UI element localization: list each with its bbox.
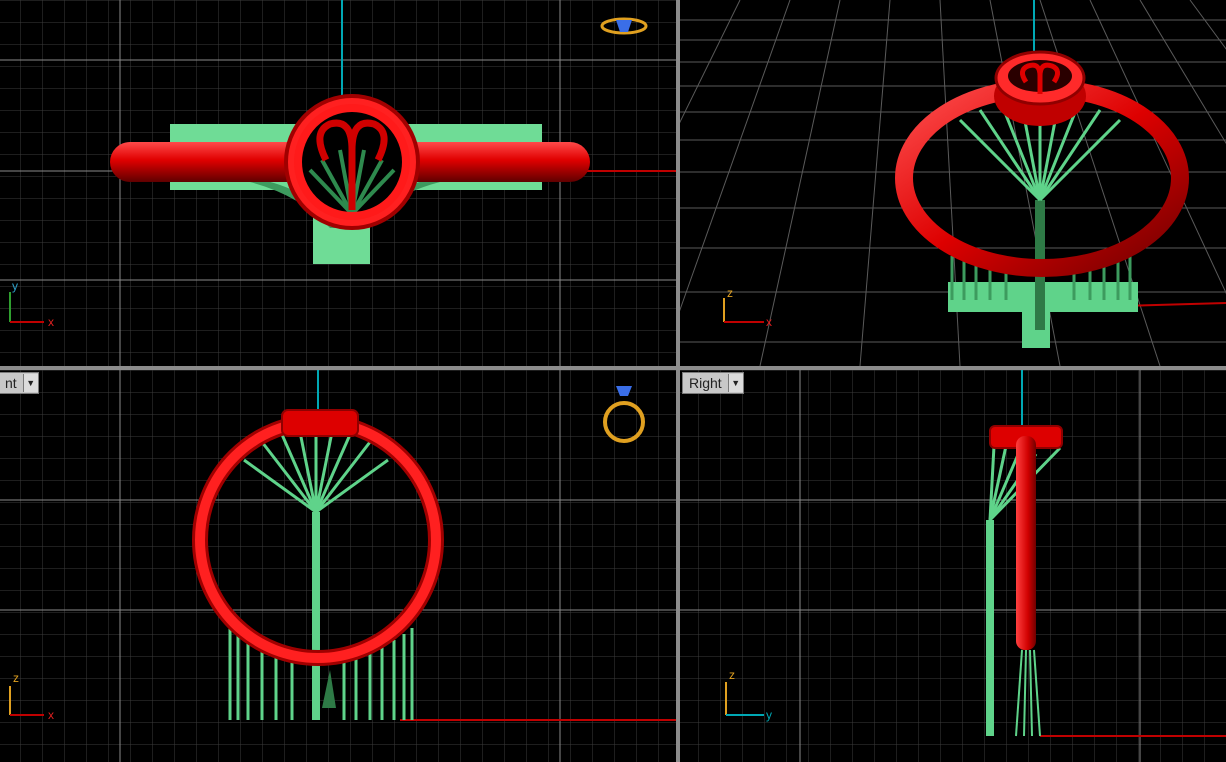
viewport-divider-vertical[interactable] <box>676 0 680 762</box>
viewport-top-canvas[interactable]: y x <box>0 0 676 366</box>
axis-label-x: x <box>766 315 772 329</box>
viewport-tab-label: nt <box>5 375 17 391</box>
viewport-front[interactable]: z x nt ▼ <box>0 370 676 762</box>
ring-band <box>1016 436 1036 650</box>
chevron-down-icon[interactable]: ▼ <box>22 374 38 392</box>
axis-label-z: z <box>727 286 733 300</box>
viewport-divider-horizontal[interactable] <box>0 366 1226 370</box>
viewport-tab-label: Right <box>689 375 722 391</box>
viewport-right-canvas[interactable]: z y <box>680 370 1226 762</box>
ring-head <box>284 94 420 230</box>
viewport-tab-front[interactable]: nt ▼ <box>0 372 39 394</box>
chevron-down-icon[interactable]: ▼ <box>727 374 743 392</box>
viewport-right[interactable]: z y Right ▼ <box>680 370 1226 762</box>
axis-label-y: y <box>12 279 18 293</box>
grid-minor <box>680 370 1226 762</box>
axis-label-z: z <box>729 668 735 682</box>
axis-label-x: x <box>48 315 54 329</box>
axis-label-x: x <box>48 708 54 722</box>
viewport-top[interactable]: y x <box>0 0 676 366</box>
viewport-perspective[interactable]: z x <box>680 0 1226 366</box>
support-structure <box>948 92 1138 348</box>
axis-label-y: y <box>766 708 772 722</box>
viewport-tab-right[interactable]: Right ▼ <box>682 372 744 394</box>
ring-head <box>281 409 359 437</box>
viewport-perspective-canvas[interactable]: z x <box>680 0 1226 366</box>
axis-label-z: z <box>13 671 19 685</box>
viewport-front-canvas[interactable]: z x <box>0 370 676 762</box>
ring-head <box>994 50 1086 126</box>
